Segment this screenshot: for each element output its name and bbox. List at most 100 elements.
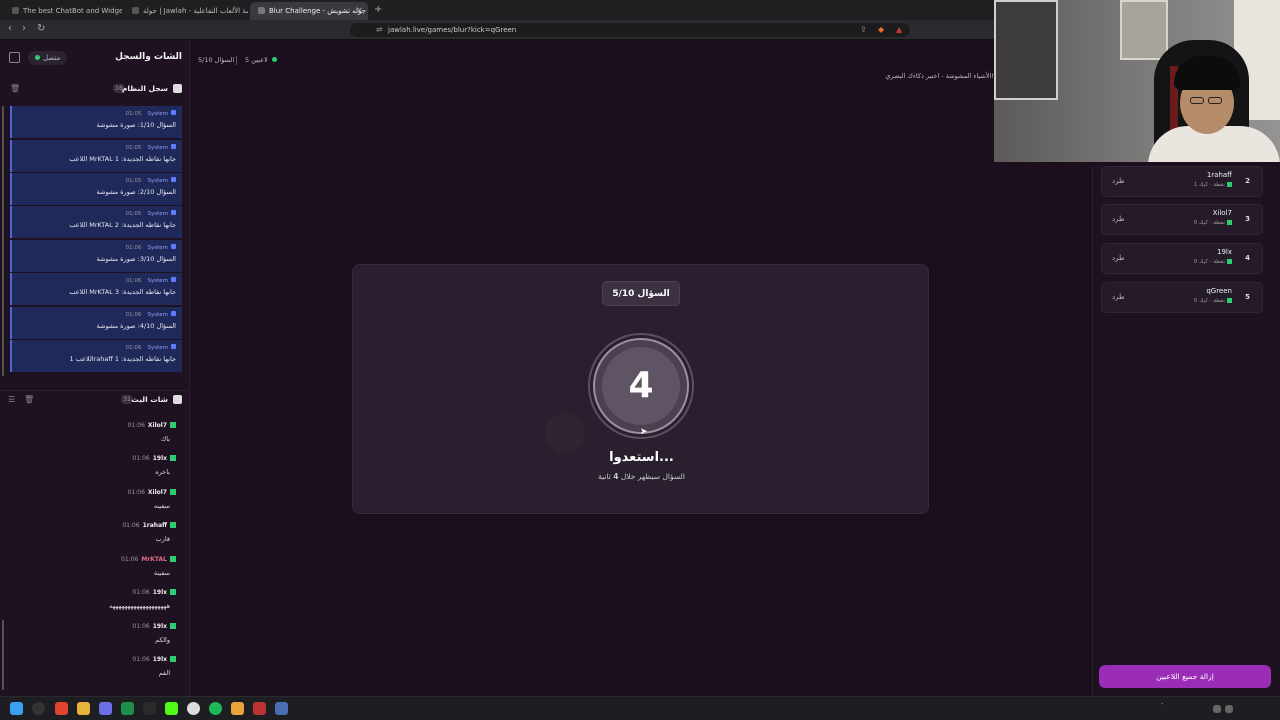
reload-icon[interactable]: ↻ bbox=[37, 23, 45, 34]
kick-badge-icon bbox=[170, 589, 176, 595]
webcam-overlay bbox=[994, 0, 1280, 162]
back-icon[interactable]: ‹ bbox=[8, 23, 12, 34]
kick-button[interactable]: طرد bbox=[1112, 254, 1125, 262]
log-item: 01:05 System السؤال 1/10: صورة مشوشة bbox=[10, 106, 182, 138]
browser-tab[interactable]: The best ChatBot and Widgets for K bbox=[4, 2, 122, 20]
rewards-icon[interactable]: ▲ bbox=[896, 25, 902, 34]
live-dot-icon bbox=[271, 57, 277, 62]
address-bar[interactable]: ⇌ jawlah.live/games/blur?kick=qGreen ⇪ ◆… bbox=[350, 23, 910, 37]
start-icon[interactable] bbox=[10, 702, 23, 715]
browser-tab[interactable]: جولة | Jawlah - منصة الألعاب التفاعلية bbox=[124, 2, 248, 20]
kick-button[interactable]: طرد bbox=[1112, 293, 1125, 301]
kick-badge-icon bbox=[1227, 182, 1232, 187]
system-icon bbox=[171, 277, 176, 282]
steam-icon[interactable] bbox=[275, 702, 288, 715]
chat-icon bbox=[173, 395, 182, 404]
kick-button[interactable]: طرد bbox=[1112, 177, 1125, 185]
trash-icon[interactable]: 🗑 bbox=[24, 395, 34, 404]
log-item: 01:06 System السؤال 3/10: صورة مشوشة bbox=[10, 240, 182, 272]
log-item: 01:05 System اللاعب MrKTAL جابها نقاطه الج… bbox=[10, 206, 182, 238]
mouse-cursor-icon: ➤ bbox=[640, 427, 648, 437]
kick-button[interactable]: طرد bbox=[1112, 215, 1125, 223]
kick-badge-icon bbox=[1227, 259, 1232, 264]
kick-icon[interactable] bbox=[165, 702, 178, 715]
tray-chevron-icon[interactable]: ⌃ bbox=[1160, 703, 1165, 709]
sidebar-toggle-icon[interactable] bbox=[9, 52, 20, 63]
obs-icon[interactable] bbox=[187, 702, 200, 715]
live-chat-header[interactable]: ☰ 🗑 31 شات البث bbox=[0, 390, 190, 408]
volume-icon[interactable] bbox=[1225, 705, 1233, 713]
connection-status: متصل bbox=[28, 51, 68, 65]
log-item: 01:06 System اللاعب 1rahaff جابها نقاطه ال… bbox=[10, 340, 182, 372]
countdown-subtitle: السؤال سيظهر خلال 4 ثانية bbox=[598, 472, 685, 481]
search-icon[interactable] bbox=[32, 702, 45, 715]
browser-tab-active[interactable]: Blur Challenge - جوله تشويش ✕ bbox=[250, 2, 368, 20]
remove-all-players-button[interactable]: إزالة جميع اللاعبين bbox=[1099, 665, 1271, 688]
kick-badge-icon bbox=[170, 556, 176, 562]
ready-title: استعدوا... bbox=[609, 450, 674, 465]
system-icon bbox=[171, 110, 176, 115]
brave-shield-icon[interactable]: ◆ bbox=[878, 25, 884, 34]
player-card: طرد 19lx 0 نقطة · كيك 4 bbox=[1101, 243, 1263, 274]
forward-icon[interactable]: › bbox=[22, 23, 26, 34]
kick-badge-icon bbox=[170, 489, 176, 495]
chat-message: 01:06 19lx باخره bbox=[2, 451, 182, 483]
kick-badge-icon bbox=[170, 422, 176, 428]
site-info-icon[interactable]: ⇌ bbox=[376, 25, 383, 34]
new-tab-icon[interactable]: + bbox=[374, 4, 382, 15]
favicon-icon bbox=[258, 7, 265, 14]
log-item: 01:05 System اللاعب MrKTAL جابها نقاطه الج… bbox=[10, 140, 182, 172]
player-name: 1rahaff bbox=[1206, 171, 1232, 179]
hover-ghost bbox=[545, 413, 585, 453]
kick-badge-icon bbox=[170, 455, 176, 461]
player-card: طرد 1rahaff 1 نقطة · كيك 2 bbox=[1101, 166, 1263, 197]
question-counter: السؤال 5/10 bbox=[198, 56, 235, 64]
app-icon[interactable] bbox=[231, 702, 244, 715]
network-icon[interactable] bbox=[1213, 705, 1221, 713]
trash-icon[interactable]: 🗑 bbox=[10, 84, 20, 93]
live-chat-title: شات البث bbox=[131, 395, 168, 404]
system-icon bbox=[171, 311, 176, 316]
player-points: 1 نقطة · كيك bbox=[1194, 182, 1232, 188]
chat-message: 01:06 1rahaff قارب bbox=[2, 518, 182, 550]
system-log-header[interactable]: 🗑 16 سجل النظام bbox=[0, 80, 190, 98]
countdown-ring: 4 bbox=[593, 338, 689, 434]
player-points: 0 نقطة · كيك bbox=[1194, 220, 1232, 226]
chat-message: 01:06 MrKTAL سفينة bbox=[2, 552, 182, 584]
menu-icon[interactable]: ☰ bbox=[8, 395, 15, 404]
spotify-icon[interactable] bbox=[209, 702, 222, 715]
chat-message: 01:06 Xilol7 سفينه bbox=[2, 485, 182, 517]
log-scrollbar[interactable] bbox=[2, 106, 4, 376]
os-taskbar: ⌃ bbox=[0, 696, 1280, 720]
player-points: 0 نقطة · كيك bbox=[1194, 259, 1232, 265]
kick-badge-icon bbox=[170, 656, 176, 662]
player-card: طرد qGreen 0 نقطة · كيك 5 bbox=[1101, 282, 1263, 313]
player-rank: 3 bbox=[1245, 215, 1250, 223]
chat-message: 01:06 19lx هههههههههههههههههههه bbox=[2, 585, 182, 617]
kick-badge-icon bbox=[1227, 220, 1232, 225]
excel-icon[interactable] bbox=[121, 702, 134, 715]
chat-message: 01:06 19lx والكم bbox=[2, 619, 182, 651]
player-name: Xilol7 bbox=[1212, 209, 1232, 217]
game-breadcrumb: الأشياء المشوشة - اختبر ذكاءك البصري! bbox=[885, 72, 994, 80]
app-icon[interactable] bbox=[143, 702, 156, 715]
log-icon bbox=[173, 84, 182, 93]
brave-icon[interactable] bbox=[55, 702, 68, 715]
log-item: 01:05 System السؤال 2/10: صورة مشوشة bbox=[10, 173, 182, 205]
players-panel: طرد 1rahaff 1 نقطة · كيك 2 طرد Xilol7 0 نقطة … bbox=[1092, 166, 1280, 696]
players-count: 5 لاعبين bbox=[245, 56, 277, 64]
system-icon bbox=[171, 244, 176, 249]
close-tab-icon[interactable]: ✕ bbox=[356, 6, 363, 15]
player-points: 0 نقطة · كيك bbox=[1194, 298, 1232, 304]
app-icon[interactable] bbox=[253, 702, 266, 715]
sidebar-header: متصل الشات والسجل bbox=[0, 48, 190, 68]
kick-badge-icon bbox=[1227, 298, 1232, 303]
discord-icon[interactable] bbox=[99, 702, 112, 715]
countdown-number: 4 bbox=[602, 347, 680, 425]
live-chat-list: 01:06 Xilol7 باك 01:06 19lx باخره 01:06 Xilol… bbox=[0, 418, 182, 688]
folder-icon[interactable] bbox=[77, 702, 90, 715]
sidebar-title: الشات والسجل bbox=[115, 52, 182, 62]
system-icon bbox=[171, 344, 176, 349]
share-icon[interactable]: ⇪ bbox=[860, 25, 867, 34]
chat-message: 01:06 19lx الفم bbox=[2, 652, 182, 684]
